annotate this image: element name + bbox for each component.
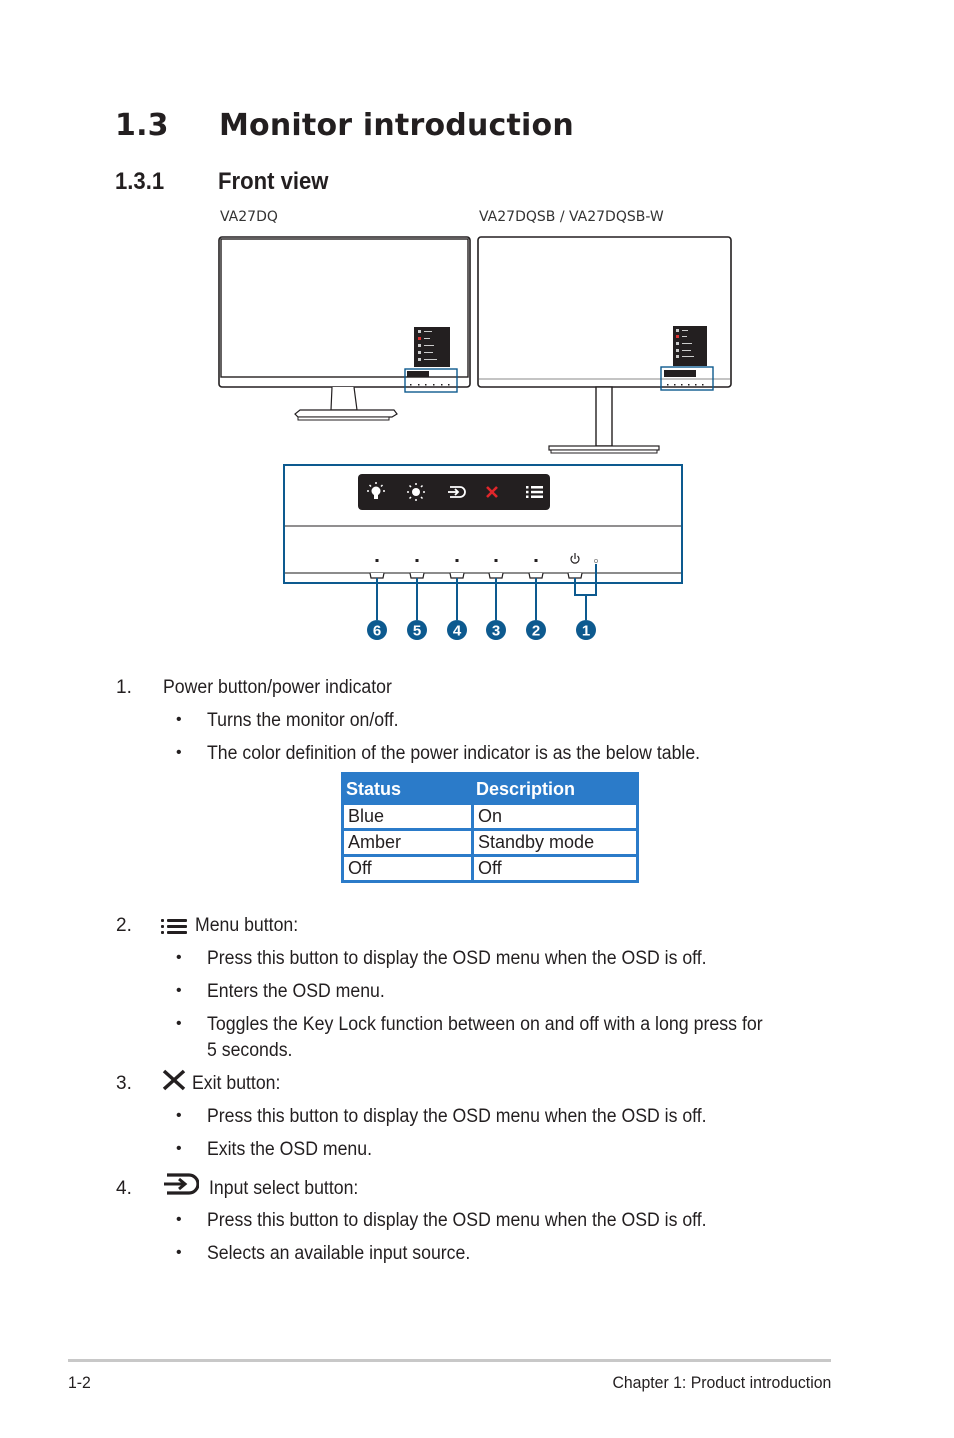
menu-icon	[526, 486, 543, 498]
bullet: •	[176, 1140, 182, 1157]
table-row: Amber Standby mode	[344, 831, 636, 854]
callout-label: 1	[582, 623, 590, 640]
menu-icon	[161, 919, 187, 934]
table-cell: Standby mode	[474, 831, 636, 854]
table-row: Off Off	[344, 857, 636, 880]
bullet-text: Press this button to display the OSD men…	[207, 1210, 707, 1231]
chapter-title: Chapter 1: Product introduction	[612, 1373, 831, 1392]
footer-divider	[68, 1359, 831, 1362]
callout-label: 3	[492, 623, 500, 640]
item-label-menu: Menu button:	[195, 915, 299, 936]
bullet: •	[176, 744, 182, 761]
bullet-text: Turns the monitor on/off.	[207, 710, 399, 731]
monitor-va27dqsb	[477, 236, 732, 454]
bullet-text: Press this button to display the OSD men…	[207, 1106, 707, 1127]
table-row: Blue On	[344, 805, 636, 828]
bullet: •	[176, 982, 182, 999]
table-cell: Off	[344, 857, 471, 880]
physical-button	[409, 572, 425, 579]
button-marker	[455, 559, 459, 562]
close-icon	[162, 1069, 186, 1091]
page-number: 1-2	[68, 1373, 91, 1392]
button-marker	[415, 559, 419, 562]
table-header: Status	[346, 778, 402, 799]
item-label-input: Input select button:	[209, 1178, 359, 1199]
input-icon	[164, 1173, 199, 1195]
item-label-power: Power button/power indicator	[163, 677, 392, 698]
bullet: •	[176, 1211, 182, 1228]
bullet: •	[176, 949, 182, 966]
bullet-text: Exits the OSD menu.	[207, 1139, 372, 1160]
physical-button	[449, 572, 465, 579]
physical-button	[567, 572, 583, 579]
button-marker	[534, 559, 538, 562]
power-indicator-table: Status Description Blue On Amber Standby…	[341, 772, 639, 883]
callout-label: 4	[453, 623, 462, 640]
brightness-icon	[407, 483, 425, 501]
item-number: 3.	[116, 1073, 132, 1094]
bullet-text: Enters the OSD menu.	[207, 981, 385, 1002]
table-header: Description	[476, 778, 576, 799]
leader-line	[574, 564, 597, 596]
physical-buttons: 6 5 4 3 2 1	[367, 553, 599, 640]
bullet: •	[176, 1015, 182, 1032]
button-marker	[494, 559, 498, 562]
table-cell: Off	[474, 857, 636, 880]
physical-button	[369, 572, 385, 579]
table-cell: Amber	[344, 831, 471, 854]
item-number: 1.	[116, 677, 132, 698]
callout-label: 6	[373, 623, 381, 640]
close-icon	[486, 486, 498, 498]
button-marker	[375, 559, 379, 562]
item-number: 2.	[116, 915, 132, 936]
bullet-text: Toggles the Key Lock function between on…	[207, 1014, 763, 1035]
monitor-va27dq	[218, 236, 471, 421]
physical-button	[488, 572, 504, 579]
callout-label: 5	[413, 623, 421, 640]
input-icon	[448, 486, 466, 498]
bullet-text-continued: 5 seconds.	[207, 1040, 293, 1061]
bullet: •	[176, 711, 182, 728]
light-bulb-icon	[367, 482, 385, 499]
callout-label: 2	[532, 623, 540, 640]
power-indicator-led	[594, 558, 599, 563]
table-cell: Blue	[344, 805, 471, 828]
table-header-row: Status Description	[344, 775, 636, 802]
physical-button	[528, 572, 544, 579]
bullet: •	[176, 1244, 182, 1261]
item-label-exit: Exit button:	[192, 1073, 281, 1094]
bullet-text: Selects an available input source.	[207, 1243, 471, 1264]
bullet: •	[176, 1107, 182, 1124]
bullet-text: Press this button to display the OSD men…	[207, 948, 707, 969]
table-cell: On	[474, 805, 636, 828]
bullet-text: The color definition of the power indica…	[207, 743, 701, 764]
item-number: 4.	[116, 1178, 132, 1199]
